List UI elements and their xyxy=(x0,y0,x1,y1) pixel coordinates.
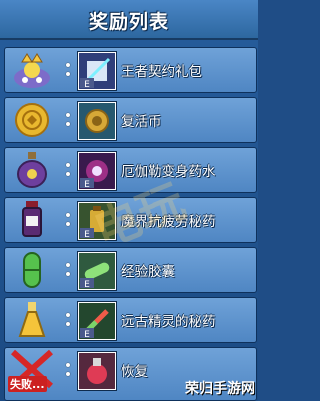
svg-text:E: E xyxy=(84,230,90,240)
reward-row[interactable]: E 王者契约礼包 xyxy=(4,47,257,93)
svg-text:E: E xyxy=(84,280,90,290)
separator xyxy=(65,258,71,282)
coin-icon xyxy=(15,103,49,137)
site-watermark: 荣归手游网 xyxy=(185,381,255,397)
flask-icon xyxy=(18,302,46,337)
svg-text:E: E xyxy=(84,330,90,340)
reward-row[interactable]: E 远古精灵的秘药 xyxy=(4,297,257,343)
reward-name: 魔界抗疲劳秘药 xyxy=(121,214,216,230)
elf-elixir-icon: E xyxy=(77,301,117,341)
reward-row[interactable]: E 魔界抗疲劳秘药 xyxy=(4,197,257,243)
title-bar: 奖励列表 xyxy=(0,0,258,40)
separator xyxy=(65,208,71,232)
reward-name: 王者契约礼包 xyxy=(121,64,202,80)
potion-bottle-icon xyxy=(17,152,47,188)
svg-text:E: E xyxy=(84,180,90,190)
reward-name: 恢复 xyxy=(121,364,148,380)
king-contract-gift-icon: E xyxy=(77,51,117,91)
crown-gift-icon xyxy=(14,53,50,88)
separator xyxy=(65,358,71,382)
panel-title: 奖励列表 xyxy=(88,11,169,33)
svg-text:E: E xyxy=(84,80,90,90)
revival-coin-icon xyxy=(77,101,117,141)
reward-name: 厄伽勒变身药水 xyxy=(121,164,216,180)
transform-potion-icon: E xyxy=(77,151,117,191)
separator xyxy=(65,158,71,182)
reward-name: 复活币 xyxy=(121,114,162,130)
reward-name: 远古精灵的秘药 xyxy=(121,314,216,330)
fail-badge: 失败... xyxy=(8,376,47,392)
reward-name: 经验胶囊 xyxy=(121,264,175,280)
separator xyxy=(65,108,71,132)
recovery-potion-icon xyxy=(77,351,117,391)
medicine-bottle-icon xyxy=(22,201,42,237)
reward-row[interactable]: 复活币 xyxy=(4,97,257,143)
exp-capsule-icon: E xyxy=(77,251,117,291)
reward-row[interactable]: E 厄伽勒变身药水 xyxy=(4,147,257,193)
separator xyxy=(65,58,71,82)
capsule-icon xyxy=(23,252,41,288)
anti-fatigue-elixir-icon: E xyxy=(77,201,117,241)
reward-list-panel: 奖励列表 E 王者契约礼包 复活币 E 厄伽勒变身药水 E 魔界抗疲劳秘药 E … xyxy=(0,0,258,401)
separator xyxy=(65,308,71,332)
reward-row[interactable]: E 经验胶囊 xyxy=(4,247,257,293)
